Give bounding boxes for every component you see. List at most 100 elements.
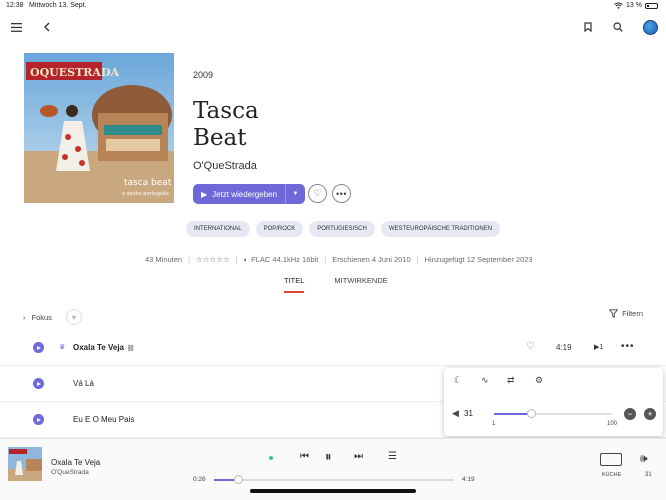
top-bar bbox=[0, 12, 666, 42]
format-icon: ◐ bbox=[243, 255, 249, 264]
play-track-icon[interactable] bbox=[33, 342, 44, 353]
chevron-right-icon: › bbox=[23, 312, 26, 322]
now-playing-artist[interactable]: O'QueStrada bbox=[51, 469, 89, 476]
filter-button[interactable]: Filtern bbox=[609, 309, 643, 318]
play-options-dropdown[interactable]: ▼ bbox=[285, 184, 305, 204]
playing-status-dot bbox=[269, 456, 273, 460]
volume-popup: ☾ ∿ ⇄ ⚙ ◀ 31 1 100 − + bbox=[444, 368, 663, 436]
elapsed-time: 0:26 bbox=[193, 476, 206, 483]
divider: | bbox=[235, 255, 238, 264]
next-icon[interactable]: ⏭ bbox=[354, 451, 363, 462]
album-artist[interactable]: O'QueStrada bbox=[193, 160, 257, 172]
album-title: Tasca Beat bbox=[193, 98, 343, 152]
filter-icon bbox=[609, 309, 619, 318]
volume-down-button[interactable]: − bbox=[624, 408, 636, 420]
previous-icon[interactable]: ⏮ bbox=[300, 451, 309, 462]
heart-icon[interactable]: ♥ bbox=[65, 309, 82, 325]
pause-icon[interactable]: ⏸ bbox=[325, 449, 332, 465]
search-icon[interactable] bbox=[611, 20, 625, 34]
rating-stars[interactable]: ☆☆☆☆☆ bbox=[196, 255, 230, 264]
play-track-icon[interactable] bbox=[33, 414, 44, 425]
volume-min-label: 1 bbox=[492, 421, 496, 427]
cover-subtitle-text: o sonho português bbox=[122, 190, 169, 197]
track-play-count: ▶1 bbox=[594, 344, 604, 351]
bookmark-icon[interactable] bbox=[581, 20, 595, 34]
battery-percent: 13 % bbox=[626, 2, 642, 9]
divider: | bbox=[416, 255, 419, 264]
zone-label[interactable]: KÜCHE bbox=[602, 472, 621, 478]
focus-control[interactable]: › Fokus ♥ bbox=[23, 309, 82, 325]
content-tabs: TITEL MITWIRKENDE bbox=[284, 276, 388, 293]
moon-icon[interactable]: ☾ bbox=[454, 375, 462, 386]
seek-bar[interactable] bbox=[214, 475, 454, 484]
heart-icon[interactable]: ♡ bbox=[526, 341, 535, 352]
album-duration: 43 Minuten bbox=[145, 255, 183, 264]
album-info-line: 43 Minuten | ☆☆☆☆☆ | ◐ FLAC 44.1kHz 16bi… bbox=[145, 255, 533, 264]
tab-titel[interactable]: TITEL bbox=[284, 276, 305, 293]
heart-icon: ♡ bbox=[313, 188, 322, 198]
volume-max-label: 100 bbox=[607, 421, 618, 427]
tag-pop-rock[interactable]: POP/ROCK bbox=[255, 221, 304, 237]
zone-device-icon[interactable] bbox=[600, 453, 622, 466]
status-time: 12:38 bbox=[6, 2, 24, 9]
divider: | bbox=[188, 255, 191, 264]
album-cover: OQUESTRADA tasca beat o sonho português bbox=[24, 53, 174, 203]
favorite-button[interactable]: ♡ bbox=[308, 184, 327, 203]
tab-mitwirkende[interactable]: MITWIRKENDE bbox=[334, 276, 387, 293]
genre-tags: INTERNATIONAL POP/ROCK PORTUGIESISCH WES… bbox=[186, 221, 501, 237]
focus-label: Fokus bbox=[31, 312, 52, 322]
profile-globe-icon[interactable] bbox=[642, 19, 658, 35]
volume-slider-knob[interactable] bbox=[526, 409, 536, 418]
now-playing-title[interactable]: Oxala Te Veja bbox=[51, 458, 100, 467]
link-icon: ⛓ bbox=[127, 346, 135, 352]
crown-icon: ♛ bbox=[59, 344, 66, 351]
now-playing-cover[interactable] bbox=[8, 447, 42, 481]
audio-format: FLAC 44.1kHz 16bit bbox=[251, 255, 319, 264]
filter-label: Filtern bbox=[622, 309, 643, 318]
track-title: Oxala Te Veja ⛓ bbox=[73, 343, 135, 352]
ellipsis-icon[interactable]: ••• bbox=[621, 341, 635, 352]
volume-slider[interactable] bbox=[494, 409, 612, 418]
wifi-icon bbox=[614, 2, 623, 9]
tag-westeuropaeische-traditionen[interactable]: WESTEUROPÄISCHE TRADITIONEN bbox=[380, 221, 501, 237]
divider: | bbox=[324, 255, 327, 264]
seek-bar-knob[interactable] bbox=[234, 475, 243, 484]
ellipsis-icon: ••• bbox=[336, 188, 347, 199]
battery-icon bbox=[645, 2, 658, 9]
play-now-button[interactable]: ▶ Jetzt wiedergeben ▼ bbox=[193, 184, 305, 204]
track-row[interactable]: ♛ Oxala Te Veja ⛓ ♡ 4:19 ▶1 ••• bbox=[0, 330, 666, 366]
play-icon: ▶ bbox=[200, 189, 208, 199]
gear-icon[interactable]: ⚙ bbox=[535, 375, 543, 386]
play-now-main[interactable]: ▶ Jetzt wiedergeben bbox=[193, 184, 285, 204]
volume-slider-fill bbox=[494, 413, 531, 415]
back-chevron-icon[interactable] bbox=[40, 20, 54, 34]
cover-band-text: OQUESTRADA bbox=[30, 66, 119, 79]
track-title: Vá Lá bbox=[73, 379, 94, 388]
status-date: Mittwoch 13. Sept. bbox=[29, 2, 87, 9]
album-title-line2: Beat bbox=[193, 125, 247, 151]
speaker-icon[interactable]: 🕪 bbox=[640, 451, 648, 466]
queue-icon[interactable]: ☰ bbox=[388, 451, 397, 462]
status-right: 13 % bbox=[614, 2, 658, 9]
speaker-icon: ◀ bbox=[452, 408, 459, 418]
volume-value: 31 bbox=[464, 409, 473, 418]
transfer-icon[interactable]: ⇄ bbox=[507, 375, 515, 386]
home-indicator bbox=[250, 489, 416, 493]
volume-up-button[interactable]: + bbox=[644, 408, 656, 420]
tag-international[interactable]: INTERNATIONAL bbox=[186, 221, 250, 237]
album-title-line1: Tasca bbox=[193, 98, 259, 124]
menu-icon[interactable] bbox=[9, 20, 23, 34]
status-bar: 12:38 Mittwoch 13. Sept. 13 % bbox=[0, 0, 666, 12]
chevron-down-icon: ▼ bbox=[292, 191, 299, 197]
more-options-button[interactable]: ••• bbox=[332, 184, 351, 203]
cover-title-text: tasca beat bbox=[124, 178, 172, 188]
equalizer-icon[interactable]: ∿ bbox=[481, 375, 489, 386]
album-year: 2009 bbox=[193, 70, 214, 80]
play-now-label: Jetzt wiedergeben bbox=[212, 189, 278, 199]
player-volume-value: 31 bbox=[645, 472, 652, 478]
tag-portugiesisch[interactable]: PORTUGIESISCH bbox=[309, 221, 375, 237]
track-title: Eu E O Meu Pais bbox=[73, 415, 135, 424]
added-date: Hinzugefügt 12 September 2023 bbox=[424, 255, 533, 264]
total-time: 4:19 bbox=[462, 476, 475, 483]
play-track-icon[interactable] bbox=[33, 378, 44, 389]
